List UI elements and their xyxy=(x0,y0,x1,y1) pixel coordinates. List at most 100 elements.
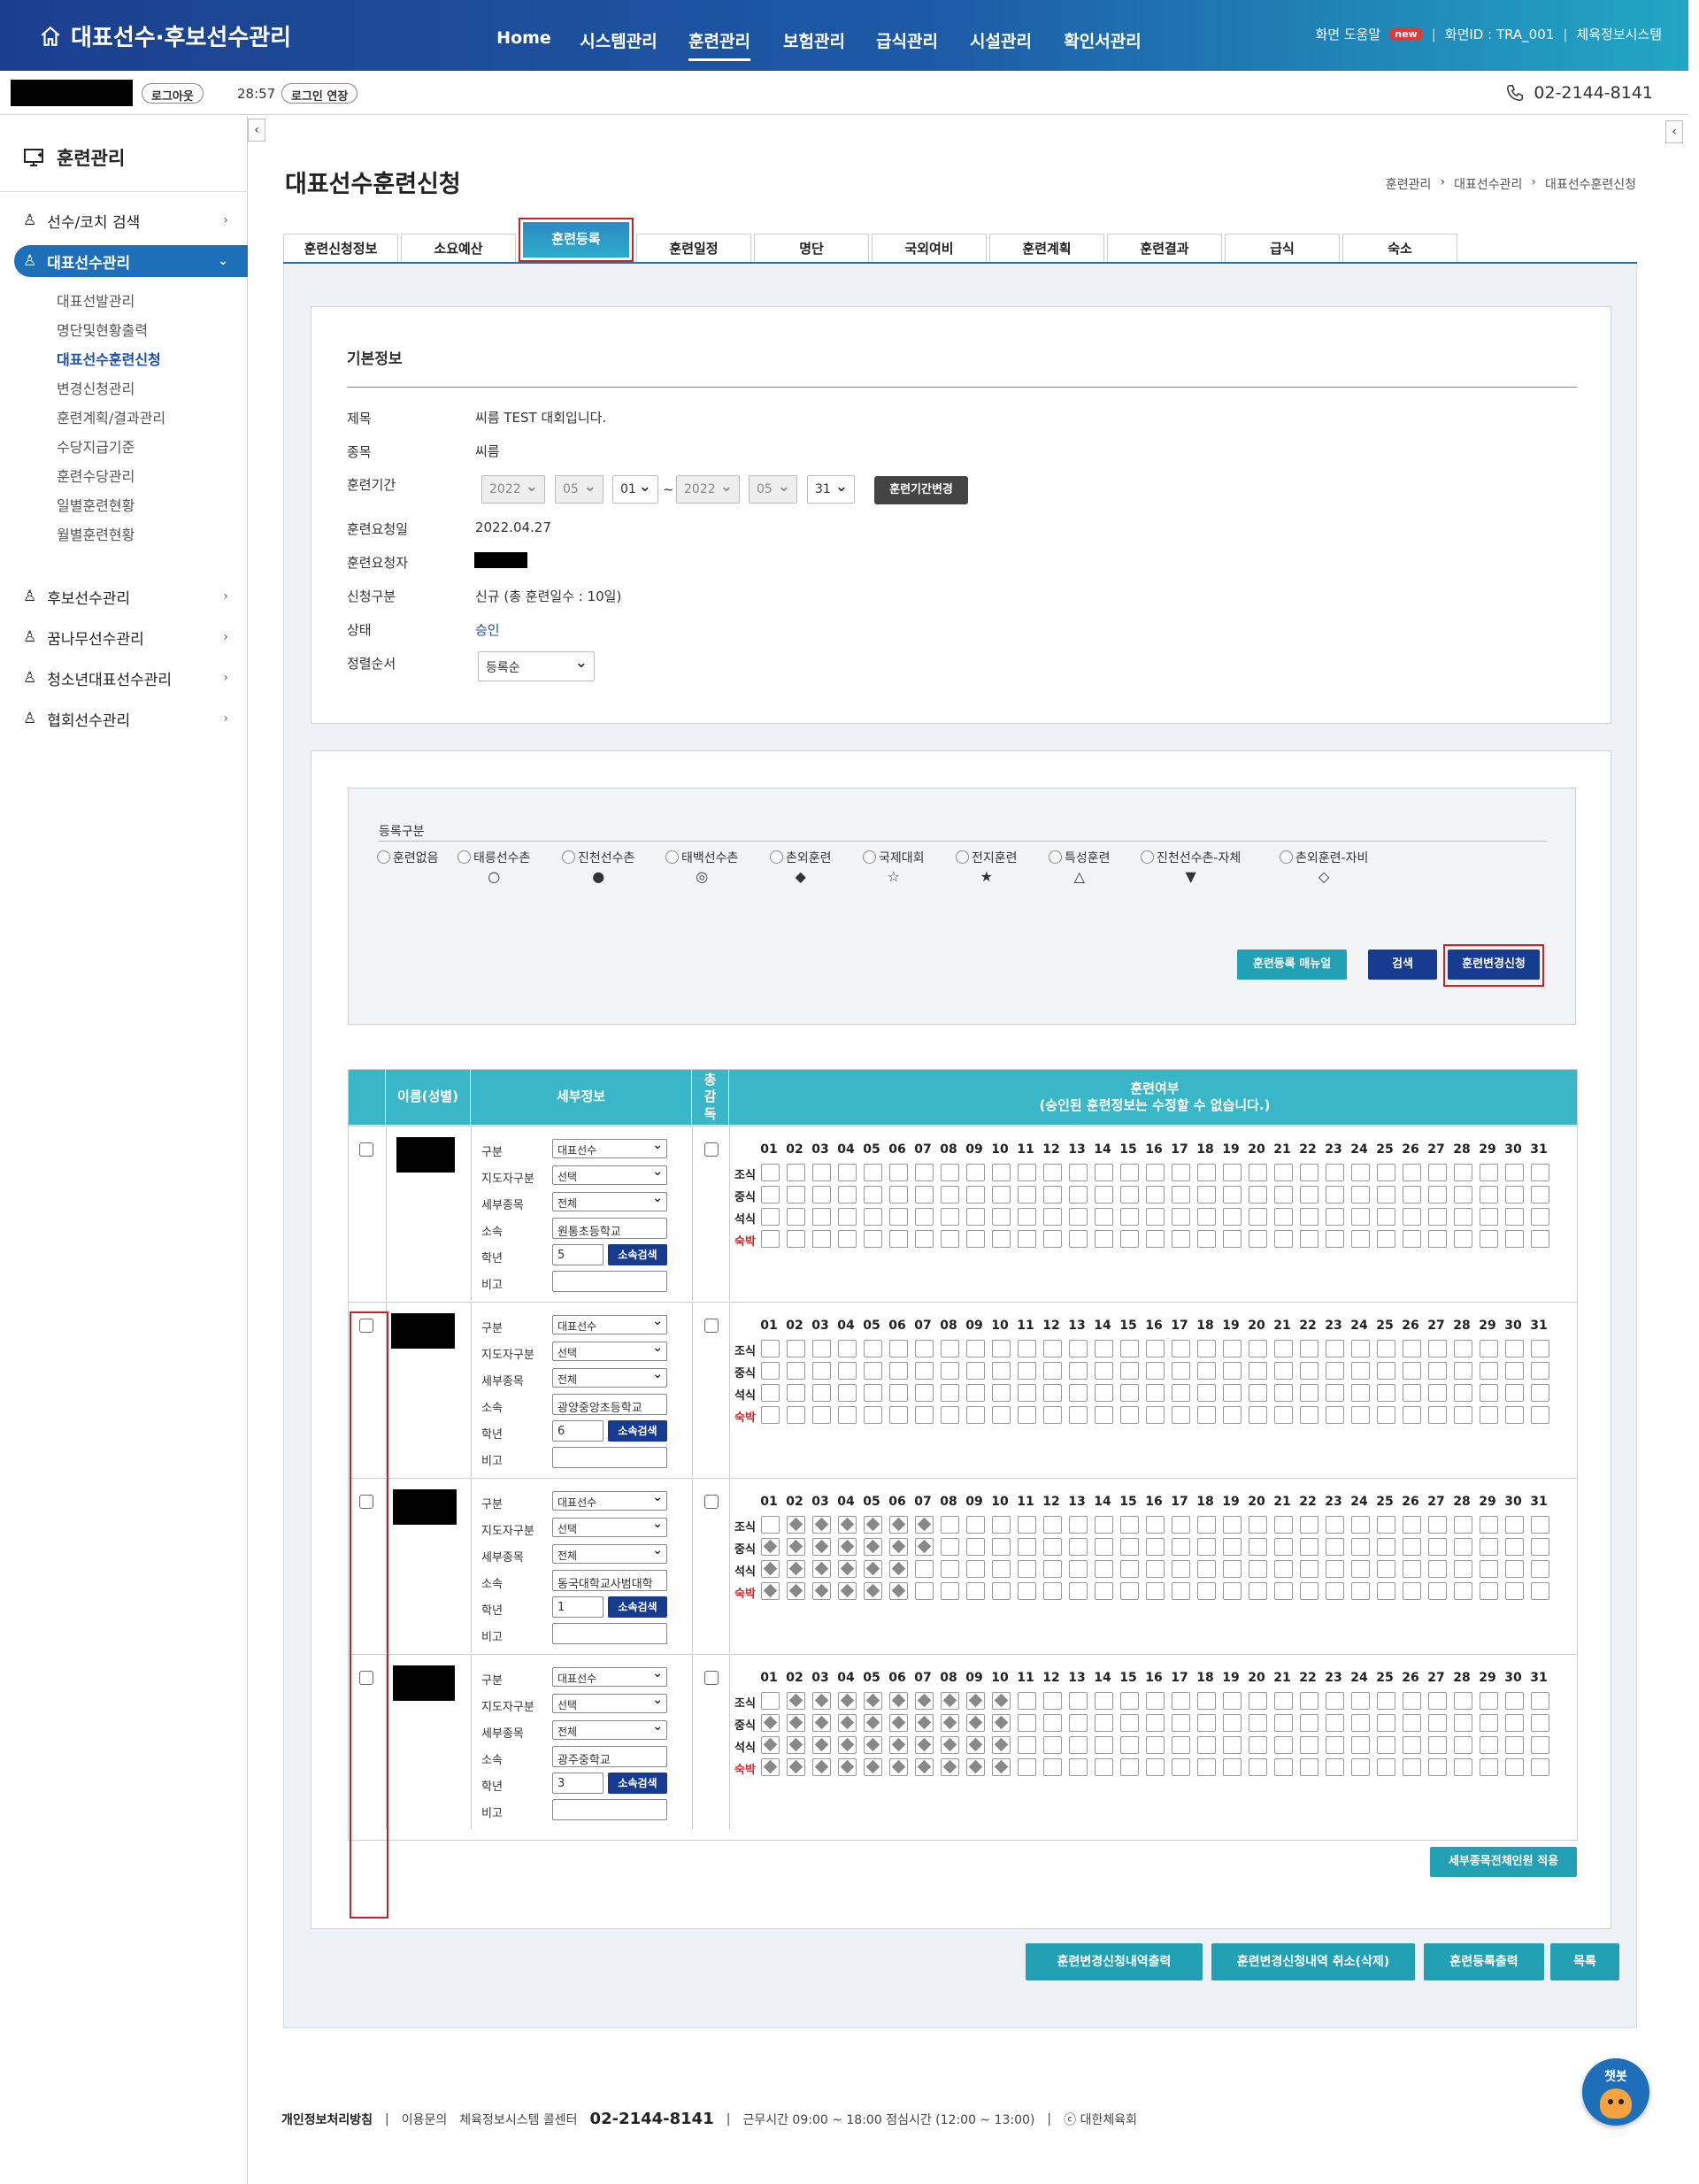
training-day-cell[interactable] xyxy=(1351,1164,1370,1181)
training-day-cell[interactable] xyxy=(787,1516,805,1534)
nav-home[interactable]: Home xyxy=(496,28,551,48)
training-day-cell[interactable] xyxy=(787,1714,805,1732)
training-day-cell[interactable] xyxy=(1223,1406,1242,1424)
training-day-cell[interactable] xyxy=(1403,1692,1421,1710)
training-day-cell[interactable] xyxy=(966,1230,985,1248)
affiliation-input[interactable]: 동국대학교사범대학 xyxy=(552,1570,667,1591)
training-day-cell[interactable] xyxy=(1095,1384,1113,1402)
manual-button[interactable]: 훈련등록 매뉴얼 xyxy=(1237,950,1347,980)
affiliation-input[interactable]: 원통초등학교 xyxy=(552,1218,667,1239)
training-day-cell[interactable] xyxy=(1480,1164,1498,1181)
training-day-cell[interactable] xyxy=(1172,1208,1190,1226)
training-day-cell[interactable] xyxy=(1043,1692,1062,1710)
training-day-cell[interactable] xyxy=(1428,1164,1447,1181)
training-day-cell[interactable] xyxy=(1146,1516,1165,1534)
training-day-cell[interactable] xyxy=(915,1582,934,1600)
training-day-cell[interactable] xyxy=(812,1406,831,1424)
training-day-cell[interactable] xyxy=(992,1582,1011,1600)
training-day-cell[interactable] xyxy=(1223,1340,1242,1357)
training-day-cell[interactable] xyxy=(1172,1516,1190,1534)
training-day-cell[interactable] xyxy=(941,1384,959,1402)
radio-taebaek[interactable]: 태백선수촌 ◎ xyxy=(665,849,738,885)
training-day-cell[interactable] xyxy=(761,1230,780,1248)
training-day-cell[interactable] xyxy=(1069,1538,1088,1556)
submenu-plan-result[interactable]: 훈련계획/결과관리 xyxy=(57,406,165,427)
training-day-cell[interactable] xyxy=(992,1230,1011,1248)
training-day-cell[interactable] xyxy=(1428,1362,1447,1380)
training-day-cell[interactable] xyxy=(761,1406,780,1424)
training-day-cell[interactable] xyxy=(787,1384,805,1402)
nav-meal[interactable]: 급식관리 xyxy=(876,28,938,52)
training-day-cell[interactable] xyxy=(941,1714,959,1732)
training-day-cell[interactable] xyxy=(1120,1736,1139,1754)
training-day-cell[interactable] xyxy=(1069,1714,1088,1732)
training-day-cell[interactable] xyxy=(1480,1582,1498,1600)
training-day-cell[interactable] xyxy=(1223,1384,1242,1402)
training-day-cell[interactable] xyxy=(761,1384,780,1402)
training-day-cell[interactable] xyxy=(838,1538,857,1556)
training-day-cell[interactable] xyxy=(1454,1340,1472,1357)
training-day-cell[interactable] xyxy=(1197,1516,1216,1534)
training-day-cell[interactable] xyxy=(1428,1230,1447,1248)
training-day-cell[interactable] xyxy=(1120,1208,1139,1226)
training-day-cell[interactable] xyxy=(1120,1582,1139,1600)
training-day-cell[interactable] xyxy=(1172,1340,1190,1357)
apply-all-sub-event-button[interactable]: 세부종목전체인원 적용 xyxy=(1430,1847,1577,1877)
nav-certificate[interactable]: 확인서관리 xyxy=(1064,28,1141,52)
list-button[interactable]: 목록 xyxy=(1550,1943,1619,1980)
training-day-cell[interactable] xyxy=(1274,1560,1293,1578)
training-day-cell[interactable] xyxy=(1146,1406,1165,1424)
training-day-cell[interactable] xyxy=(1505,1692,1524,1710)
training-day-cell[interactable] xyxy=(1018,1340,1036,1357)
training-day-cell[interactable] xyxy=(1403,1582,1421,1600)
training-day-cell[interactable] xyxy=(1505,1384,1524,1402)
training-day-cell[interactable] xyxy=(1300,1230,1318,1248)
training-day-cell[interactable] xyxy=(1223,1186,1242,1204)
training-day-cell[interactable] xyxy=(1428,1560,1447,1578)
training-day-cell[interactable] xyxy=(1274,1340,1293,1357)
submenu-allowance-standard[interactable]: 수당지급기준 xyxy=(57,435,135,457)
training-day-cell[interactable] xyxy=(941,1340,959,1357)
training-day-cell[interactable] xyxy=(1351,1560,1370,1578)
training-day-cell[interactable] xyxy=(1274,1582,1293,1600)
division-select[interactable]: 대표선수 xyxy=(552,1138,667,1158)
training-day-cell[interactable] xyxy=(1505,1758,1524,1776)
training-day-cell[interactable] xyxy=(915,1538,934,1556)
training-day-cell[interactable] xyxy=(1351,1230,1370,1248)
training-day-cell[interactable] xyxy=(941,1362,959,1380)
print-change-request-button[interactable]: 훈련변경신청내역출력 xyxy=(1026,1943,1203,1980)
training-day-cell[interactable] xyxy=(1172,1538,1190,1556)
training-day-cell[interactable] xyxy=(1531,1186,1549,1204)
training-day-cell[interactable] xyxy=(1300,1516,1318,1534)
training-day-cell[interactable] xyxy=(1223,1692,1242,1710)
training-day-cell[interactable] xyxy=(915,1340,934,1357)
training-day-cell[interactable] xyxy=(1197,1340,1216,1357)
training-day-cell[interactable] xyxy=(838,1362,857,1380)
training-day-cell[interactable] xyxy=(1069,1384,1088,1402)
training-day-cell[interactable] xyxy=(787,1340,805,1357)
supervise-checkbox[interactable] xyxy=(704,1142,719,1157)
training-day-cell[interactable] xyxy=(1300,1692,1318,1710)
training-day-cell[interactable] xyxy=(1223,1164,1242,1181)
training-day-cell[interactable] xyxy=(1428,1516,1447,1534)
training-day-cell[interactable] xyxy=(1069,1340,1088,1357)
training-day-cell[interactable] xyxy=(992,1560,1011,1578)
training-day-cell[interactable] xyxy=(1454,1758,1472,1776)
training-day-cell[interactable] xyxy=(1197,1758,1216,1776)
sub-event-select[interactable]: 전체 xyxy=(552,1191,667,1211)
training-day-cell[interactable] xyxy=(1531,1736,1549,1754)
training-day-cell[interactable] xyxy=(1095,1406,1113,1424)
training-day-cell[interactable] xyxy=(1197,1714,1216,1732)
training-day-cell[interactable] xyxy=(1120,1516,1139,1534)
training-day-cell[interactable] xyxy=(992,1758,1011,1776)
training-day-cell[interactable] xyxy=(1120,1560,1139,1578)
training-day-cell[interactable] xyxy=(1454,1714,1472,1732)
training-day-cell[interactable] xyxy=(864,1164,882,1181)
training-day-cell[interactable] xyxy=(787,1230,805,1248)
training-day-cell[interactable] xyxy=(812,1516,831,1534)
training-day-cell[interactable] xyxy=(1018,1164,1036,1181)
training-day-cell[interactable] xyxy=(1274,1208,1293,1226)
training-day-cell[interactable] xyxy=(812,1560,831,1578)
training-day-cell[interactable] xyxy=(1018,1516,1036,1534)
training-day-cell[interactable] xyxy=(1480,1758,1498,1776)
